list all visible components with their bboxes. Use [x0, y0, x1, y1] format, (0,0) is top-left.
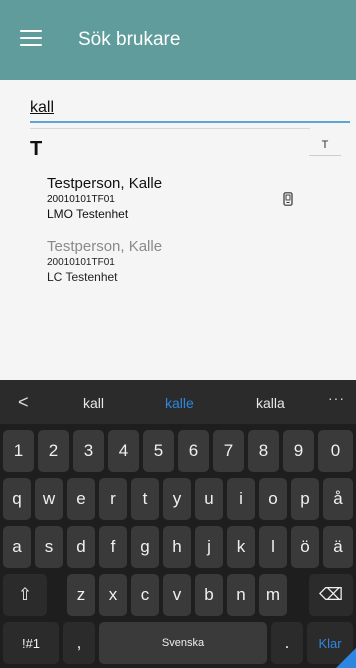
page-title: Sök brukare: [78, 29, 181, 50]
key-p[interactable]: p: [291, 478, 319, 520]
key-i[interactable]: i: [227, 478, 255, 520]
search-underline: [30, 121, 350, 123]
list-item[interactable]: Testperson, Kalle 20010101TF01 LC Testen…: [47, 238, 162, 284]
phone-icon: [283, 192, 293, 206]
key-o[interactable]: o: [259, 478, 287, 520]
backspace-key[interactable]: ⌫: [309, 574, 353, 616]
key-n[interactable]: n: [227, 574, 255, 616]
key-o-umlaut[interactable]: ö: [291, 526, 319, 568]
key-t[interactable]: t: [131, 478, 159, 520]
key-l[interactable]: l: [259, 526, 287, 568]
key-j[interactable]: j: [195, 526, 223, 568]
key-x[interactable]: x: [99, 574, 127, 616]
key-q[interactable]: q: [3, 478, 31, 520]
result-unit: LC Testenhet: [47, 270, 118, 284]
key-c[interactable]: c: [131, 574, 159, 616]
key-9[interactable]: 9: [283, 430, 314, 472]
result-id: 20010101TF01: [47, 257, 115, 268]
key-6[interactable]: 6: [178, 430, 209, 472]
result-id: 20010101TF01: [47, 194, 115, 205]
alphabet-index-item[interactable]: T: [309, 136, 341, 156]
key-u[interactable]: u: [195, 478, 223, 520]
search-field-wrapper: [30, 97, 350, 123]
key-e[interactable]: e: [67, 478, 95, 520]
hamburger-menu-icon[interactable]: [20, 30, 42, 48]
key-z[interactable]: z: [67, 574, 95, 616]
done-key[interactable]: Klar: [307, 622, 353, 664]
key-5[interactable]: 5: [143, 430, 174, 472]
key-h[interactable]: h: [163, 526, 191, 568]
list-divider: [30, 128, 310, 129]
key-a[interactable]: a: [3, 526, 31, 568]
key-d[interactable]: d: [67, 526, 95, 568]
key-a-umlaut[interactable]: ä: [323, 526, 353, 568]
key-0[interactable]: 0: [318, 430, 353, 472]
key-g[interactable]: g: [131, 526, 159, 568]
result-unit: LMO Testenhet: [47, 207, 129, 221]
key-v[interactable]: v: [163, 574, 191, 616]
key-r[interactable]: r: [99, 478, 127, 520]
suggestion-item[interactable]: kall: [83, 395, 104, 411]
result-name: Testperson, Kalle: [47, 238, 163, 255]
key-a-ring[interactable]: å: [323, 478, 353, 520]
key-w[interactable]: w: [35, 478, 63, 520]
key-f[interactable]: f: [99, 526, 127, 568]
key-1[interactable]: 1: [3, 430, 34, 472]
suggestion-back-icon[interactable]: <: [18, 392, 29, 413]
app-bar: Sök brukare: [0, 0, 356, 80]
shift-key[interactable]: ⇧: [3, 574, 47, 616]
search-input[interactable]: [30, 97, 350, 119]
suggestion-item[interactable]: kalla: [256, 395, 285, 411]
content-area: T T Testperson, Kalle 20010101TF01 LMO T…: [0, 80, 356, 380]
key-b[interactable]: b: [195, 574, 223, 616]
key-3[interactable]: 3: [73, 430, 104, 472]
space-key[interactable]: Svenska: [99, 622, 267, 664]
key-y[interactable]: y: [163, 478, 191, 520]
section-header: T: [30, 138, 43, 160]
key-7[interactable]: 7: [213, 430, 244, 472]
key-8[interactable]: 8: [248, 430, 279, 472]
more-options-icon[interactable]: ···: [328, 390, 345, 406]
key-k[interactable]: k: [227, 526, 255, 568]
list-item[interactable]: Testperson, Kalle 20010101TF01 LMO Teste…: [47, 175, 162, 221]
suggestion-bar: < kall kalle kalla ···: [0, 380, 356, 424]
suggestion-item-active[interactable]: kalle: [165, 395, 194, 411]
on-screen-keyboard: < kall kalle kalla ··· 1 2 3 4 5 6 7 8 9…: [0, 380, 356, 668]
period-key[interactable]: .: [271, 622, 303, 664]
key-4[interactable]: 4: [108, 430, 139, 472]
key-m[interactable]: m: [259, 574, 287, 616]
key-s[interactable]: s: [35, 526, 63, 568]
symbols-key[interactable]: !#1: [3, 622, 59, 664]
key-2[interactable]: 2: [38, 430, 69, 472]
comma-key[interactable]: ,: [63, 622, 95, 664]
result-name: Testperson, Kalle: [47, 175, 163, 192]
